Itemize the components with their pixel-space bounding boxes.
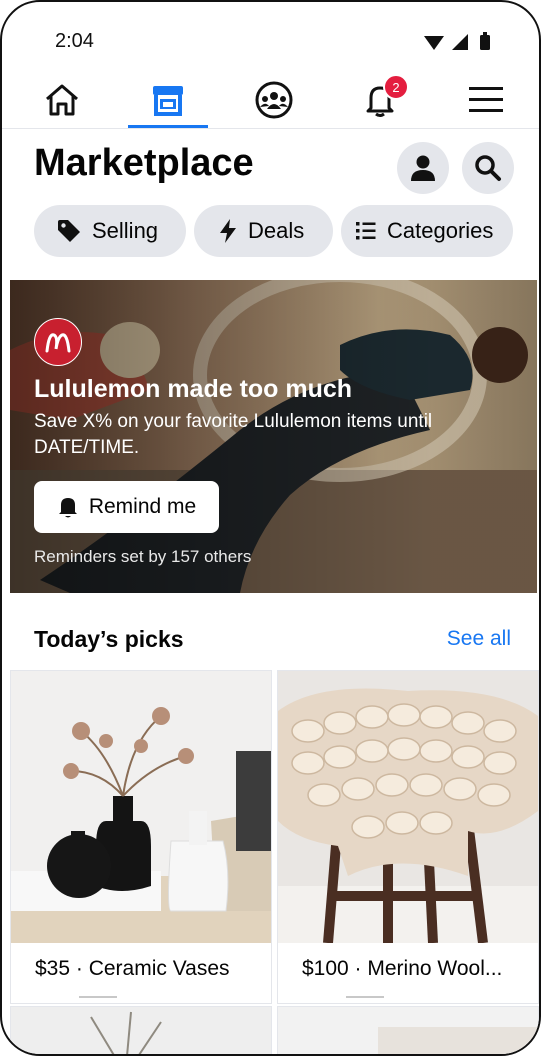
listing-photo-blanket [278,671,538,943]
bell-icon [58,498,77,518]
search-icon [475,155,501,181]
status-bar: 2:04 [2,2,539,72]
listing-card-vases[interactable]: $35 · Ceramic Vases [10,670,272,1004]
nav-home[interactable] [22,72,102,128]
banner-reminder-note: Reminders set by 157 others [34,547,252,566]
person-icon [411,155,435,181]
nav-menu[interactable] [446,72,526,128]
banner-subtitle: Save X% on your favorite Lululemon items… [34,411,433,458]
home-icon [46,84,78,116]
nav-groups[interactable] [234,72,314,128]
selling-chip[interactable]: Selling [34,205,186,257]
status-icons [424,32,490,50]
list-icon [356,222,376,240]
nav-notifications[interactable]: 2 [340,72,420,128]
marketplace-store-icon [153,86,183,116]
top-nav: 2 [2,72,539,129]
hamburger-menu-icon [469,87,503,112]
banner-title: Lululemon made too much [34,375,353,403]
deals-chip-label: Deals [248,218,305,243]
listing-photo-vases [11,671,271,943]
listing-title: $100 · Merino Wool... [302,957,503,980]
listing-card-partial-left[interactable] [10,1006,272,1054]
listing-card-blanket[interactable]: $100 · Merino Wool... [277,670,539,1004]
page-title: Marketplace [34,142,254,184]
tag-icon [58,220,80,242]
promo-banner[interactable]: Lululemon made too much Save X% on your … [10,280,537,593]
todays-picks-title: Today’s picks [34,626,184,652]
listing-card-partial-right[interactable] [277,1006,539,1054]
nav-marketplace[interactable] [128,72,208,128]
search-button[interactable] [462,142,514,194]
notification-badge: 2 [383,74,409,100]
see-all-link[interactable]: See all [447,627,511,651]
remind-me-button[interactable]: Remind me [34,481,219,533]
selling-chip-label: Selling [92,218,159,243]
groups-icon [255,81,293,119]
phone-frame: 2:04 2 Marketplace Selling Deals Categor… [0,0,541,1056]
status-time: 2:04 [55,30,94,52]
listing-photo-partial [278,1007,538,1054]
profile-button[interactable] [397,142,449,194]
lightning-icon [220,219,236,243]
listing-photo-partial [11,1007,271,1054]
card-divider [346,996,384,998]
categories-chip[interactable]: Categories [341,205,513,257]
listing-title: $35 · Ceramic Vases [35,957,230,980]
categories-chip-label: Categories [387,218,494,243]
remind-me-label: Remind me [88,495,197,518]
lululemon-logo [34,318,82,366]
card-divider [79,996,117,998]
deals-chip[interactable]: Deals [194,205,333,257]
